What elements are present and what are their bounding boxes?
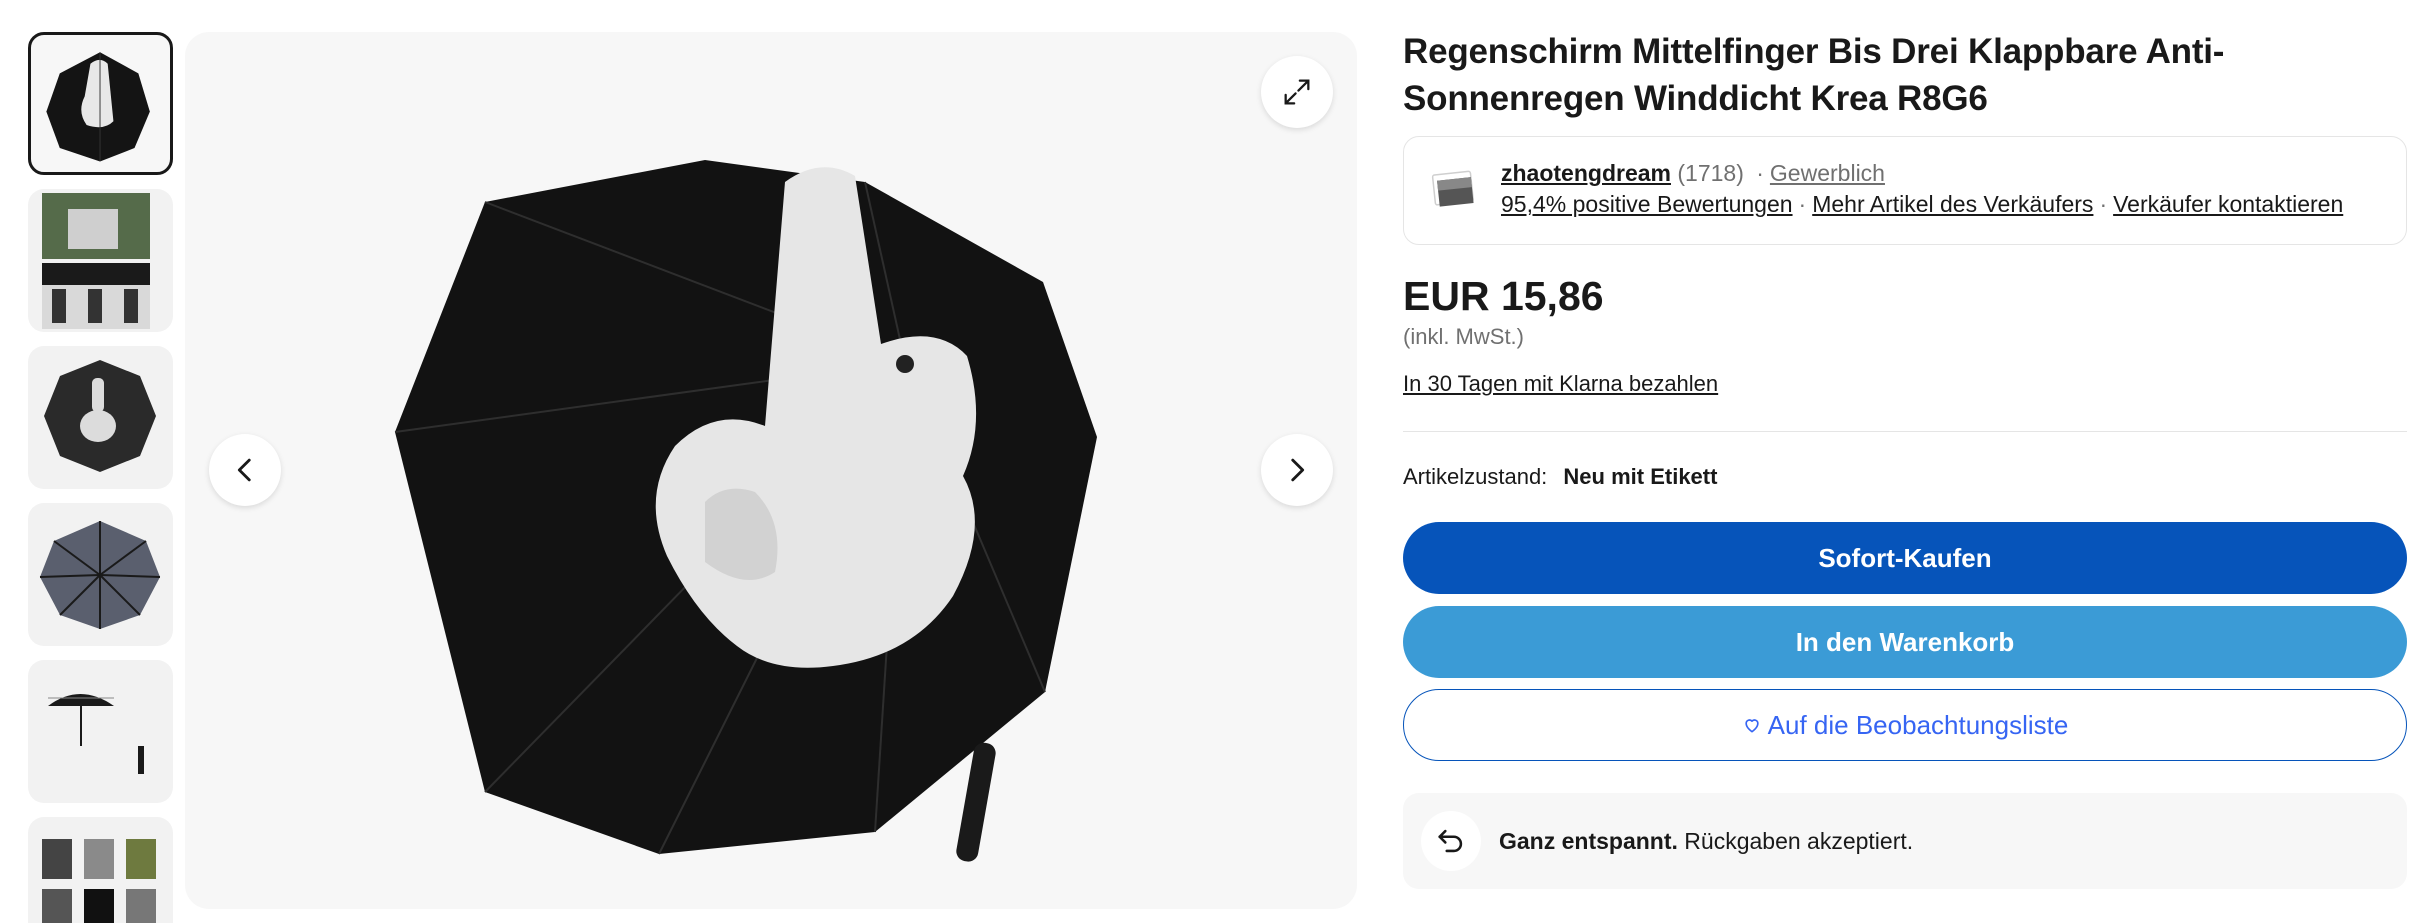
seller-feedback-count: (1718): [1677, 160, 1744, 186]
umbrella-dimensions-thumbnail-image: [48, 694, 144, 774]
separator: ·: [2099, 191, 2108, 217]
returns-text: Ganz entspannt. Rückgaben akzeptiert.: [1499, 828, 1913, 855]
umbrella-top-thumbnail-image: [44, 360, 156, 472]
vat-note: (inkl. MwSt.): [1403, 324, 1524, 349]
positive-rating-link[interactable]: 95,4% positive Bewertungen: [1501, 191, 1793, 217]
product-title: Regenschirm Mittelfinger Bis Drei Klappb…: [1403, 32, 2225, 118]
add-to-cart-button[interactable]: In den Warenkorb: [1403, 606, 2407, 678]
thumbnail-5[interactable]: [28, 660, 173, 803]
umbrella-inside-thumbnail-image: [39, 521, 161, 629]
seller-card: zhaotengdream (1718) · Gewerblich 95,4% p…: [1403, 136, 2407, 245]
add-to-watchlist-button[interactable]: Auf die Beobachtungsliste: [1403, 689, 2407, 761]
item-condition: Artikelzustand: Neu mit Etikett: [1403, 464, 1717, 490]
divider: [1403, 431, 2407, 432]
returns-info: Ganz entspannt. Rückgaben akzeptiert.: [1403, 793, 2407, 889]
main-product-image[interactable]: [185, 32, 1357, 909]
condition-label: Artikelzustand:: [1403, 464, 1548, 489]
separator: ·: [1756, 160, 1764, 186]
expand-icon: [1284, 79, 1310, 105]
thumbnail-6[interactable]: [28, 817, 173, 923]
return-arrow-icon: [1438, 829, 1463, 853]
thumbnail-2[interactable]: [28, 189, 173, 332]
add-to-cart-label: In den Warenkorb: [1795, 626, 2015, 657]
thumbnail-1[interactable]: [28, 32, 173, 175]
thumbnail-3[interactable]: [28, 346, 173, 489]
buy-now-label: Sofort-Kaufen: [1818, 542, 1992, 573]
more-items-link[interactable]: Mehr Artikel des Verkäufers: [1812, 191, 2093, 217]
separator: ·: [1798, 191, 1807, 217]
buy-now-button[interactable]: Sofort-Kaufen: [1403, 522, 2407, 594]
thumbnail-4[interactable]: [28, 503, 173, 646]
expand-button[interactable]: [1261, 56, 1333, 128]
people-photo-thumbnail-image: [42, 193, 150, 329]
product-info-panel: Regenschirm Mittelfinger Bis Drei Klappb…: [1403, 28, 2407, 889]
next-image-button[interactable]: [1261, 434, 1333, 506]
klarna-financing-link[interactable]: In 30 Tagen mit Klarna bezahlen: [1403, 371, 1718, 397]
contact-seller-link[interactable]: Verkäufer kontaktieren: [2113, 191, 2343, 217]
condition-value: Neu mit Etikett: [1563, 464, 1718, 489]
seller-type-link[interactable]: Gewerblich: [1770, 160, 1885, 186]
seller-name-link[interactable]: zhaotengdream: [1501, 160, 1671, 186]
previous-image-button[interactable]: [209, 434, 281, 506]
seller-avatar[interactable]: [1430, 167, 1478, 215]
umbrella-thumbnail-image: [46, 52, 150, 162]
umbrella-product-photo: [394, 160, 1097, 862]
returns-bold-text: Ganz entspannt.: [1499, 828, 1678, 854]
heart-icon: [1745, 719, 1759, 733]
chevron-left-icon: [237, 458, 251, 482]
seller-links-line: 95,4% positive Bewertungen · Mehr Artikel …: [1501, 191, 2343, 218]
collage-thumbnail-image: [42, 839, 156, 923]
watchlist-label: Auf die Beobachtungsliste: [1767, 709, 2069, 740]
chevron-right-icon: [1291, 458, 1305, 482]
seller-info-line: zhaotengdream (1718) · Gewerblich: [1501, 160, 1885, 187]
thumbnail-list: [28, 32, 173, 923]
price: EUR 15,86: [1403, 273, 1604, 319]
returns-icon-wrapper: [1421, 811, 1481, 871]
returns-detail-text: Rückgaben akzeptiert.: [1677, 828, 1914, 854]
